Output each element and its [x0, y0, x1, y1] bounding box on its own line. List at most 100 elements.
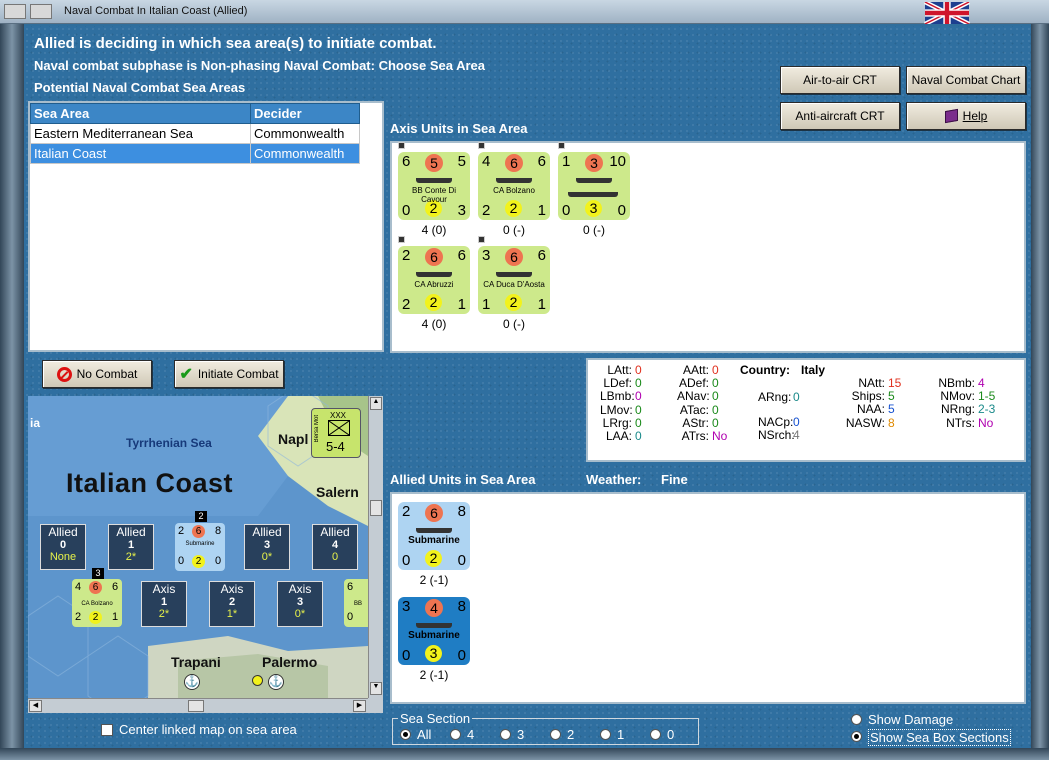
axis-sea-box[interactable]: Axis 1 2* — [141, 581, 187, 627]
unit-counter[interactable]: 4 6 6 2 2 1 CA Bolzano — [478, 152, 550, 220]
sea-area-list[interactable]: Sea Area Decider Eastern Mediterranean S… — [28, 101, 384, 352]
naval-combat-chart-button[interactable]: Naval Combat Chart — [906, 66, 1026, 94]
show-damage-radio[interactable] — [851, 714, 862, 725]
unit-counter[interactable]: 2 6 8 0 2 0 Submarine — [398, 502, 470, 570]
counter-name: CA Duca D'Aosta — [483, 280, 545, 289]
scroll-left-icon[interactable]: ◀ — [29, 700, 42, 712]
unit-counter[interactable]: 3 6 6 1 2 1 CA Duca D'Aosta — [478, 246, 550, 314]
table-row[interactable]: Eastern Mediterranean Sea Commonwealth — [30, 123, 360, 144]
counter-move: 8 — [457, 598, 466, 615]
linked-map[interactable]: Tyrrhenian Sea ia Napl Salern Trapani Pa… — [28, 396, 368, 698]
box-value: 2* — [158, 608, 170, 620]
help-button[interactable]: Help — [906, 102, 1026, 130]
stat-label: NBmb: — [938, 376, 975, 390]
map-horizontal-scrollbar[interactable]: ◀ ▶ — [28, 698, 368, 713]
unit-counter[interactable]: 1 3 10 0 3 0 — [558, 152, 630, 220]
unit-counter[interactable]: 3 4 8 0 3 0 Submarine — [398, 597, 470, 665]
box-value: None — [49, 551, 77, 563]
counter-range: 2 — [505, 200, 522, 217]
sea-section-radio[interactable] — [450, 729, 461, 740]
no-combat-button[interactable]: No Combat — [42, 360, 152, 388]
sea-area-table: Sea Area Decider Eastern Mediterranean S… — [30, 103, 360, 164]
axis-sea-box[interactable]: Axis 3 0* — [277, 581, 323, 627]
air-to-air-crt-button[interactable]: Air-to-air CRT — [780, 66, 900, 94]
map-vertical-scrollbar[interactable]: ▲ ▼ — [368, 396, 383, 698]
counter-aa: 1 — [482, 296, 491, 313]
box-number: 0 — [59, 539, 67, 551]
sea-section-radio[interactable] — [550, 729, 561, 740]
minimize-button[interactable] — [30, 4, 52, 19]
stat-row: NBmb: 4 — [935, 376, 984, 390]
unit-count: 2 (-1) — [419, 573, 449, 587]
counter-defense: 6 — [505, 154, 523, 172]
stat-label: LAA: — [605, 429, 632, 443]
counter-defense: 6 — [505, 248, 523, 266]
city-label: Salern — [316, 484, 359, 500]
sea-areas-heading: Potential Naval Combat Sea Areas — [34, 80, 246, 95]
window-title: Naval Combat In Italian Coast (Allied) — [64, 5, 248, 17]
stat-label: NAtt: — [858, 376, 885, 390]
unit-counter[interactable]: 6 5 5 0 2 3 BB Conte Di Cavour — [398, 152, 470, 220]
unit-marker-icon — [398, 142, 405, 149]
show-sea-box-radio[interactable] — [851, 731, 862, 742]
allied-sea-box[interactable]: Allied 4 0 — [312, 524, 358, 570]
stat-label: LDef: — [603, 376, 632, 391]
weather-value: Fine — [661, 472, 688, 487]
allied-sea-box[interactable]: Allied 3 0* — [244, 524, 290, 570]
help-label: Help — [962, 109, 988, 123]
allied-sea-box[interactable]: Allied 1 2* — [108, 524, 154, 570]
stat-label: LAtt: — [607, 363, 632, 377]
counter-move: 8 — [457, 503, 466, 520]
sea-section-radio[interactable] — [400, 729, 411, 740]
sea-area-cell[interactable]: Eastern Mediterranean Sea — [30, 123, 251, 144]
allied-sea-box[interactable]: Allied 0 None — [40, 524, 86, 570]
stat-value: 2-3 — [978, 402, 996, 417]
box-value: 1* — [226, 608, 238, 620]
ship-silhouette-icon — [568, 192, 618, 197]
vertical-scroll-thumb[interactable] — [370, 500, 382, 516]
unit-counter[interactable]: 2 6 6 2 2 1 CA Abruzzi — [398, 246, 470, 314]
system-menu-button[interactable] — [4, 4, 26, 19]
initiate-combat-button[interactable]: ✔ Initiate Combat — [174, 360, 284, 388]
stat-label: ARng: — [758, 390, 792, 404]
sea-section-radio[interactable] — [500, 729, 511, 740]
counter-bombard: 1 — [537, 296, 546, 313]
scroll-up-icon[interactable]: ▲ — [370, 397, 382, 410]
stat-row: ATac: 0 — [677, 403, 719, 417]
counter-name: BB Conte Di Cavour — [411, 186, 457, 204]
map-submarine-counter[interactable]: 2 6 8 Submarine 0 2 0 — [175, 523, 225, 571]
counter-aa: 0 — [347, 611, 354, 623]
decider-cell[interactable]: Commonwealth — [250, 143, 360, 164]
counter-range: 3 — [585, 200, 602, 217]
stat-value: 1-5 — [978, 389, 996, 404]
scroll-down-icon[interactable]: ▼ — [370, 682, 382, 695]
unit-count: 0 (-) — [583, 223, 605, 237]
stat-label: NRng: — [940, 402, 975, 417]
anti-aircraft-crt-button[interactable]: Anti-aircraft CRT — [780, 102, 900, 130]
box-label: Axis — [152, 582, 176, 596]
allied-units-panel[interactable] — [390, 492, 1026, 704]
box-label: Allied — [116, 525, 146, 539]
stat-row: ADef: 0 — [677, 376, 719, 390]
country-value: Italy — [801, 363, 826, 377]
title-bar[interactable]: Naval Combat In Italian Coast (Allied) — [0, 0, 1049, 26]
stat-value: 0 — [712, 402, 719, 417]
map-edge-counter[interactable]: 6 BB 0 — [344, 579, 368, 627]
sea-section-radio[interactable] — [600, 729, 611, 740]
horizontal-scroll-thumb[interactable] — [188, 700, 204, 712]
center-map-checkbox[interactable] — [101, 724, 113, 736]
scroll-right-icon[interactable]: ▶ — [353, 700, 366, 712]
decider-cell[interactable]: Commonwealth — [250, 123, 360, 144]
stat-label: NAA: — [856, 402, 885, 417]
sea-section-radio[interactable] — [650, 729, 661, 740]
map-bolzano-counter[interactable]: 4 6 6 CA Bolzano 2 2 1 — [72, 579, 122, 627]
col-sea-area[interactable]: Sea Area — [30, 103, 251, 124]
table-row-selected[interactable]: Italian Coast Commonwealth — [30, 143, 360, 164]
sea-area-cell[interactable]: Italian Coast — [30, 143, 251, 164]
corps-counter[interactable]: Bersa Mot XXX 5-4 — [311, 408, 361, 458]
box-number: 1 — [160, 596, 168, 608]
axis-sea-box[interactable]: Axis 2 1* — [209, 581, 255, 627]
counter-range: 2 — [192, 555, 205, 568]
col-decider[interactable]: Decider — [250, 103, 360, 124]
stack-count-badge: 2 — [195, 511, 207, 522]
